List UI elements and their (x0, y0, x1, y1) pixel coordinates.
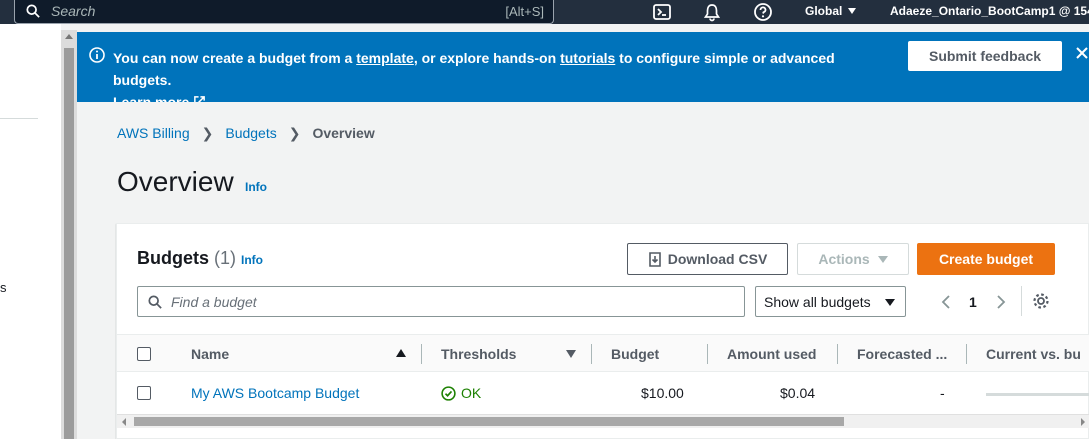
banner-text: , or explore hands-on (413, 50, 561, 66)
chevron-left-icon[interactable] (940, 294, 952, 310)
amount-used: $0.04 (780, 385, 816, 401)
column-divider[interactable] (837, 344, 838, 364)
threshold-status: OK (441, 385, 481, 401)
scrollbar-thumb[interactable] (64, 48, 74, 439)
chevron-down-icon (848, 8, 857, 14)
filter-value: Show all budgets (764, 294, 871, 310)
gear-icon[interactable] (1032, 292, 1050, 310)
sort-ascending-icon[interactable] (396, 349, 406, 357)
column-amount-used[interactable]: Amount used (727, 346, 816, 362)
scrollbar-thumb[interactable] (134, 417, 844, 426)
column-divider[interactable] (421, 344, 422, 364)
column-divider[interactable] (707, 344, 708, 364)
row-checkbox[interactable] (137, 386, 151, 400)
budget-name-link[interactable]: My AWS Bootcamp Budget (191, 385, 359, 401)
download-icon (648, 252, 661, 267)
top-nav: Search [Alt+S] Global Adaeze_Ontario_Boo… (0, 0, 1089, 24)
search-icon (148, 295, 162, 309)
chevron-right-icon: ❯ (201, 125, 214, 141)
check-circle-icon (441, 386, 456, 401)
budget-count: (1) (214, 248, 237, 268)
breadcrumb-aws-billing[interactable]: AWS Billing (117, 125, 190, 141)
search-shortcut: [Alt+S] (505, 4, 544, 19)
threshold-label: OK (461, 385, 482, 401)
caret-down-icon (885, 299, 895, 306)
sort-icon[interactable] (566, 350, 576, 358)
table-header: Name Thresholds Budget Amount used Forec… (117, 334, 1089, 372)
breadcrumb-budgets[interactable]: Budgets (225, 125, 276, 141)
page-title: Overview (117, 166, 234, 197)
column-divider[interactable] (591, 344, 592, 364)
bell-icon[interactable] (702, 2, 722, 22)
divider (0, 118, 38, 119)
info-circle-icon (89, 47, 105, 63)
scroll-right-arrow-icon[interactable] (1081, 418, 1085, 426)
tutorials-link[interactable]: tutorials (560, 50, 615, 66)
vertical-scrollbar[interactable] (61, 30, 77, 439)
table-row: My AWS Bootcamp Budget OK $10.00 $0.04 - (117, 372, 1089, 414)
sidebar-item-fragment[interactable]: s (0, 280, 7, 295)
create-budget-button[interactable]: Create budget (917, 243, 1055, 275)
scroll-up-arrow-icon[interactable] (65, 34, 73, 39)
horizontal-scrollbar[interactable] (117, 414, 1089, 428)
select-all-checkbox[interactable] (137, 347, 151, 361)
download-csv-button[interactable]: Download CSV (627, 243, 788, 275)
scroll-left-arrow-icon[interactable] (122, 418, 126, 426)
column-divider[interactable] (966, 344, 967, 364)
banner-text: You can now create a budget from a (113, 50, 357, 66)
search-icon (26, 4, 40, 18)
column-budget[interactable]: Budget (611, 346, 659, 362)
submit-feedback-button[interactable]: Submit feedback (908, 41, 1062, 71)
chevron-right-icon: ❯ (288, 125, 301, 141)
divider (1021, 286, 1022, 316)
budget-amount: $10.00 (641, 385, 684, 401)
info-banner: You can now create a budget from a templ… (77, 32, 1089, 110)
find-budget-input[interactable]: Find a budget (137, 286, 745, 317)
column-thresholds[interactable]: Thresholds (441, 346, 516, 362)
column-current-vs-budget[interactable]: Current vs. bu (986, 346, 1081, 362)
current-vs-budget-bar (986, 393, 1089, 396)
breadcrumb: AWS Billing ❯ Budgets ❯ Overview (117, 125, 375, 142)
column-forecasted[interactable]: Forecasted ... (857, 346, 947, 362)
cloudshell-icon[interactable] (652, 2, 672, 22)
forecasted-amount: - (940, 385, 945, 401)
budgets-panel: Budgets (1) Info Download CSV Actions Cr… (116, 223, 1089, 439)
actions-label: Actions (818, 251, 870, 267)
template-link[interactable]: template (356, 50, 414, 66)
actions-dropdown[interactable]: Actions (797, 243, 909, 275)
region-selector[interactable]: Global (805, 4, 857, 18)
help-icon[interactable] (753, 2, 773, 22)
panel-info-link[interactable]: Info (241, 253, 263, 267)
region-label: Global (805, 4, 843, 18)
close-icon[interactable] (1075, 46, 1089, 60)
chevron-right-icon[interactable] (995, 294, 1007, 310)
side-navigation: s (0, 24, 61, 439)
search-placeholder: Search (51, 3, 96, 19)
page-number[interactable]: 1 (969, 294, 977, 310)
panel-title-text: Budgets (137, 248, 209, 268)
search-input[interactable]: Search [Alt+S] (14, 0, 554, 24)
main-content: AWS Billing ❯ Budgets ❯ Overview Overview In… (77, 102, 1089, 439)
account-menu[interactable]: Adaeze_Ontario_BootCamp1 @ 154 (890, 4, 1089, 18)
find-budget-placeholder: Find a budget (171, 294, 257, 310)
caret-down-icon (877, 256, 888, 263)
breadcrumb-current: Overview (312, 125, 375, 141)
title-info-link[interactable]: Info (245, 180, 267, 194)
budget-filter-select[interactable]: Show all budgets (755, 286, 906, 317)
column-name[interactable]: Name (191, 346, 229, 362)
download-csv-label: Download CSV (667, 251, 768, 267)
panel-title: Budgets (1) (137, 248, 236, 269)
